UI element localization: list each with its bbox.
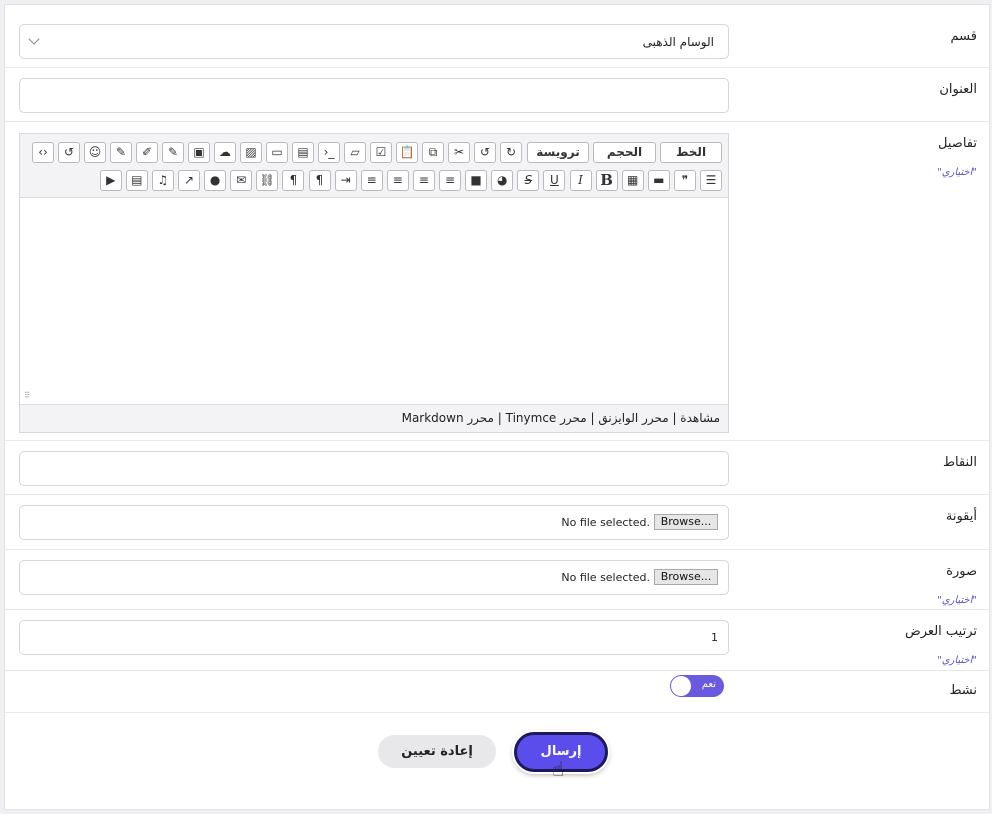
title-input[interactable] [19, 78, 729, 113]
eraser-icon[interactable]: ▱ [344, 142, 366, 163]
section-select[interactable]: الوسام الذهبى [19, 24, 729, 59]
active-toggle[interactable]: نعم [670, 675, 724, 697]
italic-icon[interactable]: I [569, 170, 592, 191]
heading-button[interactable]: ترويسة [527, 142, 589, 163]
hand-cursor-icon: ☝ [552, 757, 565, 781]
email-icon[interactable]: ✉ [230, 170, 253, 191]
rich-text-editor: الخط الحجم ترويسة ↻ ↺ ✂ ⧉ 📋 ☑ ▱ ›_ ▤ ▭ ▨ ☁ ▣ ✎ ✐ ✎ ☺ ↺ ‹› ☰… [19, 133, 729, 433]
reset-button[interactable]: إعادة تعيين [378, 735, 496, 768]
image-optional-note: "اختياري" [937, 595, 977, 606]
ltr-icon[interactable]: ¶ [282, 170, 305, 191]
square-icon[interactable]: ■ [465, 170, 488, 191]
icon-file-input[interactable]: Browse... No file selected. [19, 505, 729, 540]
toggle-text: نعم [701, 679, 716, 690]
link-icon[interactable]: ⛓ [256, 170, 279, 191]
upload-icon[interactable]: ☁ [214, 142, 236, 163]
section-selected-value: الوسام الذهبى [642, 35, 714, 49]
icon-row: أيقونة Browse... No file selected. [5, 495, 991, 550]
image-row: صورة "اختياري" Browse... No file selecte… [5, 550, 991, 610]
edit-box-icon[interactable]: ✎ [110, 142, 132, 163]
music-icon[interactable]: ♫ [151, 170, 174, 191]
image-label: صورة [946, 564, 977, 579]
archive-icon[interactable]: ▣ [188, 142, 210, 163]
details-optional-note: "اختياري" [937, 167, 977, 178]
checkbox-icon[interactable]: ☑ [370, 142, 392, 163]
qrcode-icon[interactable]: ▦ [621, 170, 644, 191]
title-label: العنوان [939, 82, 977, 97]
chevron-down-icon [28, 33, 40, 45]
external-link-icon[interactable]: ↗ [178, 170, 200, 191]
details-label: تفاصيل [938, 136, 977, 151]
justify-icon[interactable]: ≡ [360, 170, 383, 191]
undo-icon[interactable]: ↺ [474, 142, 496, 163]
rtl-icon[interactable]: ¶ [308, 170, 331, 191]
code-icon[interactable]: ›_ [318, 142, 340, 163]
video-clip-icon[interactable]: ▤ [125, 170, 148, 191]
form-panel: قسم الوسام الذهبى العنوان تفاصيل "اختيار… [4, 4, 991, 810]
icon-label: أيقونة [945, 509, 977, 524]
source-code-icon[interactable]: ‹› [32, 142, 54, 163]
image-icon[interactable]: ▨ [240, 142, 262, 163]
icon-browse-button[interactable]: Browse... [654, 514, 718, 530]
redo-icon[interactable]: ↻ [500, 142, 522, 163]
display-order-optional-note: "اختياري" [937, 655, 977, 666]
display-order-value: 1 [711, 631, 718, 644]
folder-icon[interactable]: ▬ [647, 170, 670, 191]
bold-icon[interactable]: B [595, 170, 618, 191]
editor-status-bar: مشاهدة | محرر الوايزنق | محرر Tinymce | … [20, 404, 728, 432]
pencil-icon[interactable]: ✎ [162, 142, 184, 163]
editor-toolbar: الخط الحجم ترويسة ↻ ↺ ✂ ⧉ 📋 ☑ ▱ ›_ ▤ ▭ ▨ ☁ ▣ ✎ ✐ ✎ ☺ ↺ ‹› ☰… [20, 134, 728, 198]
align-center-icon[interactable]: ≡ [412, 170, 435, 191]
points-input[interactable] [19, 451, 729, 486]
underline-icon[interactable]: U [543, 170, 566, 191]
display-order-input[interactable]: 1 [19, 620, 729, 655]
strikethrough-icon[interactable]: S [517, 170, 540, 191]
editor-mode-links[interactable]: مشاهدة | محرر الوايزنق | محرر Tinymce | … [402, 411, 720, 425]
icon-file-status: No file selected. [561, 516, 650, 529]
toggle-knob [671, 676, 691, 696]
display-order-label: ترتيب العرض [905, 624, 977, 639]
editor-content-area[interactable] [20, 199, 728, 404]
quote-icon[interactable]: ❞ [673, 170, 696, 191]
display-order-row: ترتيب العرض "اختياري" 1 [5, 610, 991, 671]
list-icon[interactable]: ☰ [700, 170, 722, 191]
align-right-icon[interactable]: ≡ [439, 170, 461, 191]
active-row: نشط [5, 671, 991, 713]
file-icon[interactable]: ▤ [292, 142, 314, 163]
section-label: قسم [950, 29, 977, 44]
rectangle-icon[interactable]: ▭ [266, 142, 288, 163]
comment-icon[interactable]: ● [204, 170, 227, 191]
font-button[interactable]: الخط [660, 142, 722, 163]
resize-handle-icon[interactable]: ⠿ [24, 391, 30, 400]
points-row: النقاط [5, 441, 991, 495]
youtube-icon[interactable]: ▶ [99, 170, 122, 191]
indent-icon[interactable]: ⇥ [334, 170, 357, 191]
history-icon[interactable]: ↺ [58, 142, 80, 163]
image-file-input[interactable]: Browse... No file selected. [19, 560, 729, 595]
section-row: قسم الوسام الذهبى [5, 5, 991, 68]
image-browse-button[interactable]: Browse... [654, 569, 718, 585]
edit-icon[interactable]: ✐ [136, 142, 158, 163]
cut-icon[interactable]: ✂ [448, 142, 470, 163]
palette-icon[interactable]: ◕ [491, 170, 514, 191]
title-row: العنوان [5, 68, 991, 122]
copy-icon[interactable]: ⧉ [422, 142, 444, 163]
size-button[interactable]: الحجم [593, 142, 656, 163]
smiley-icon[interactable]: ☺ [84, 142, 106, 163]
active-label: نشط [949, 683, 977, 698]
points-label: النقاط [942, 455, 977, 470]
image-file-status: No file selected. [561, 571, 650, 584]
paste-icon[interactable]: 📋 [396, 142, 418, 163]
align-left-icon[interactable]: ≡ [386, 170, 409, 191]
